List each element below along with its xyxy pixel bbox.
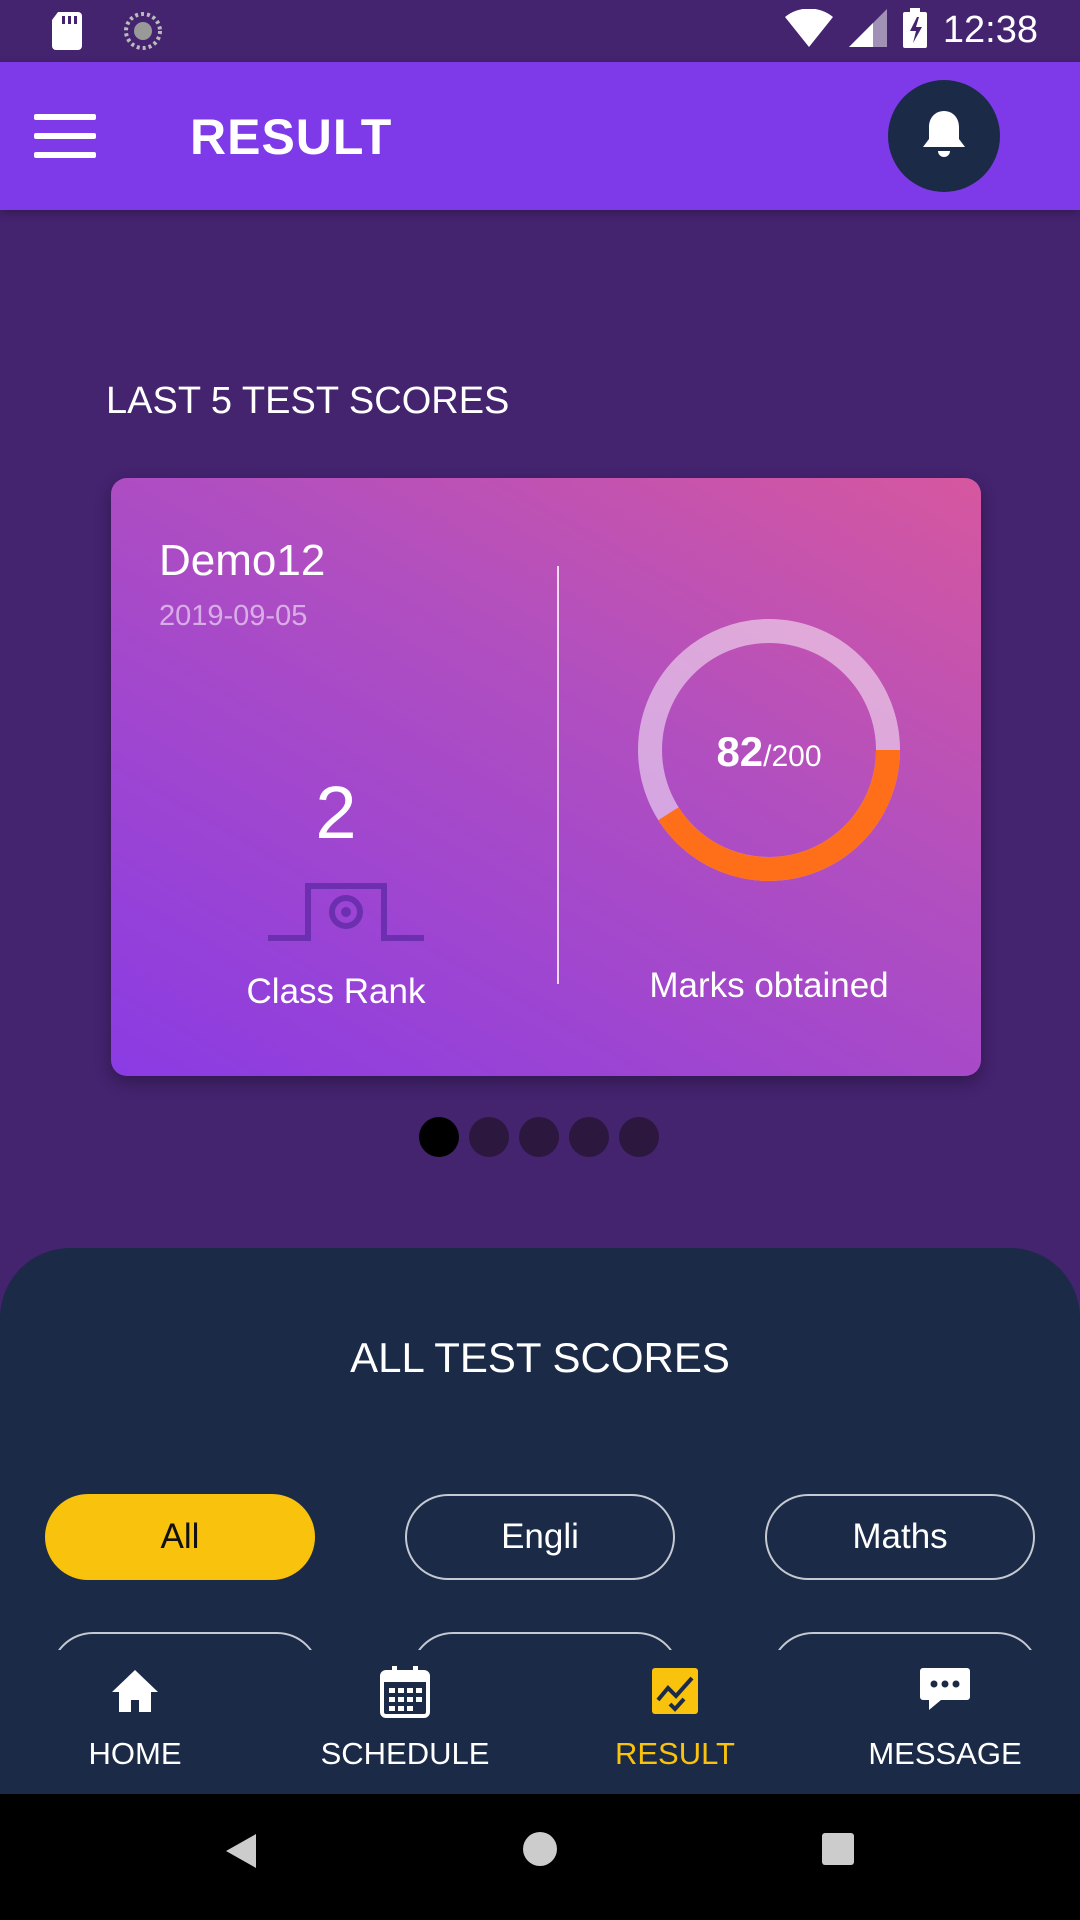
pager-dot[interactable] (519, 1117, 559, 1157)
nav-message-label: MESSAGE (868, 1736, 1022, 1771)
back-icon[interactable] (224, 1832, 258, 1875)
test-date: 2019-09-05 (159, 600, 308, 632)
nav-result-label: RESULT (614, 1736, 735, 1771)
nav-message[interactable]: MESSAGE (810, 1650, 1080, 1794)
home-icon (0, 1666, 270, 1716)
signal-icon (848, 9, 887, 52)
nav-schedule[interactable]: SCHEDULE (270, 1650, 540, 1794)
wifi-icon (784, 8, 833, 52)
test-score-card[interactable]: Demo12 2019-09-05 2 Class Rank 82/200 Ma… (111, 478, 981, 1076)
class-rank-label: Class Rank (246, 972, 426, 1011)
all-test-scores-title: ALL TEST SCORES (350, 1334, 730, 1381)
card-divider (557, 566, 559, 984)
result-chart-icon (540, 1666, 810, 1716)
marks-label: Marks obtained (649, 966, 889, 1005)
filter-chip-maths[interactable]: Maths (765, 1494, 1035, 1580)
filter-chip-all[interactable]: All (45, 1494, 315, 1580)
app-bar: RESULT (0, 62, 1080, 210)
sync-icon (124, 12, 162, 55)
marks-total: /200 (763, 740, 822, 773)
podium-icon (266, 880, 426, 949)
status-bar: 12:38 (0, 0, 1080, 62)
nav-schedule-label: SCHEDULE (320, 1736, 490, 1771)
status-time: 12:38 (942, 9, 1038, 51)
marks-value: 82 (716, 728, 764, 775)
filter-chip-english[interactable]: Engli (405, 1494, 675, 1580)
test-name: Demo12 (159, 536, 326, 585)
message-icon (810, 1666, 1080, 1712)
class-rank-value: 2 (315, 771, 357, 854)
home-circle-icon[interactable] (521, 1830, 559, 1873)
nav-result[interactable]: RESULT (540, 1650, 810, 1794)
sd-card-icon (52, 12, 84, 55)
pager-dot[interactable] (469, 1117, 509, 1157)
menu-icon[interactable] (34, 114, 96, 158)
nav-home[interactable]: HOME (0, 1650, 270, 1794)
system-navigation-bar (0, 1794, 1080, 1920)
recents-icon[interactable] (821, 1832, 855, 1871)
bell-icon (921, 109, 967, 164)
nav-home-label: HOME (88, 1736, 182, 1771)
bottom-navigation: HOME SCHEDULE RESULT MESSAGE (0, 1650, 1080, 1794)
pager-dot[interactable] (619, 1117, 659, 1157)
battery-charging-icon (902, 8, 927, 53)
calendar-icon (270, 1666, 540, 1718)
marks-readout: 82/200 (637, 728, 901, 776)
card-pager (419, 1117, 659, 1157)
pager-dot[interactable] (569, 1117, 609, 1157)
notifications-button[interactable] (888, 80, 1000, 192)
pager-dot[interactable] (419, 1117, 459, 1157)
page-title: RESULT (190, 109, 393, 165)
last-test-scores-title: LAST 5 TEST SCORES (106, 380, 510, 422)
